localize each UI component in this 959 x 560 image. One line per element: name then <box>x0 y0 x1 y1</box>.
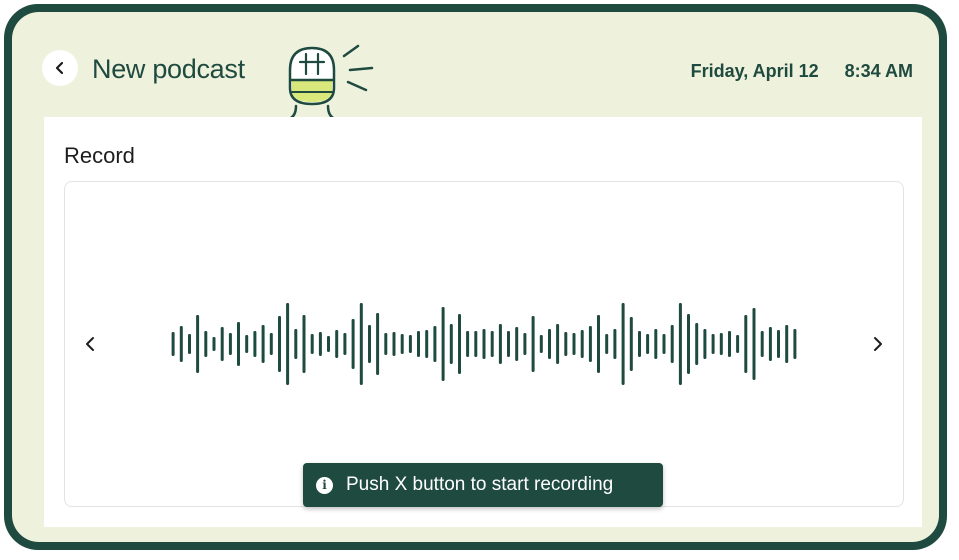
waveform-bar <box>695 323 699 365</box>
waveform-bar <box>458 314 461 374</box>
waveform-bar <box>531 316 535 372</box>
waveform-bar <box>384 333 388 355</box>
waveform-bar <box>736 335 740 353</box>
device-frame: New podcast Friday, April 12 8:34 AM Rec… <box>4 4 947 550</box>
waveform-bar <box>490 331 494 357</box>
waveform-bar <box>621 303 625 385</box>
waveform-bar <box>777 330 780 358</box>
waveform-bar <box>278 316 281 372</box>
waveform-bar <box>425 330 429 358</box>
waveform-bar <box>613 329 617 359</box>
waveform-bar <box>286 303 290 385</box>
waveform-bar <box>515 327 519 361</box>
info-icon: i <box>316 476 333 494</box>
waveform-bar <box>335 330 339 358</box>
waveform-bar <box>417 331 420 357</box>
waveform-bar <box>376 313 380 375</box>
waveform-bar <box>228 333 232 355</box>
time-label: 8:34 AM <box>844 61 913 81</box>
waveform-bar <box>711 334 715 354</box>
microphone-mascot-icon <box>284 44 374 120</box>
waveform-bar <box>302 315 306 373</box>
waveform-bar <box>670 325 674 363</box>
waveform-bar <box>351 319 355 369</box>
waveform-bar <box>556 324 560 364</box>
waveform-bar <box>498 324 502 364</box>
waveform-bar <box>548 329 551 359</box>
waveform-bar <box>196 315 200 373</box>
waveform-bar <box>654 329 658 359</box>
waveform-bar <box>662 334 666 354</box>
waveform-bar <box>408 335 412 353</box>
waveform-bar <box>482 329 486 359</box>
waveform-bar <box>220 327 224 361</box>
waveform-bar <box>449 324 453 364</box>
waveform-bar <box>392 332 396 356</box>
waveform-bar <box>523 333 527 355</box>
waveform-bar <box>433 326 437 362</box>
waveform-bar <box>687 314 690 374</box>
waveform-bar <box>188 334 191 354</box>
chevron-right-icon <box>874 337 882 351</box>
waveform-bar <box>171 332 175 356</box>
waveform-bar <box>237 322 240 366</box>
waveform-bar <box>466 331 470 357</box>
waveform-bar <box>269 333 273 355</box>
waveform-bar <box>564 332 568 356</box>
waveform-bar <box>752 308 756 380</box>
waveform-bar <box>605 334 609 354</box>
waveform-bar <box>768 327 772 361</box>
waveform-bar <box>719 333 723 355</box>
waveform-bar <box>400 334 404 354</box>
record-panel: Record i Push X button to start recordin… <box>44 117 922 527</box>
waveform-bar <box>638 331 641 357</box>
waveform-bar <box>261 325 265 363</box>
recording-hint-toast: i Push X button to start recording <box>303 463 663 507</box>
waveform-bar <box>793 329 797 359</box>
section-title: Record <box>64 143 135 168</box>
waveform-bar <box>212 337 216 351</box>
waveform-bar <box>760 331 764 357</box>
waveform-bar <box>310 334 314 354</box>
waveform-bar <box>294 329 298 359</box>
waveform-bar <box>327 336 330 352</box>
waveform-bar <box>572 333 576 355</box>
waveform-bar <box>343 333 347 355</box>
waveform-bar <box>785 325 789 363</box>
waveform-bar <box>728 331 731 357</box>
waveform-bar <box>703 329 707 359</box>
waveform-bar <box>204 331 208 357</box>
waveform-bar <box>359 303 363 385</box>
back-button[interactable] <box>42 50 78 86</box>
waveform-bar <box>179 326 183 362</box>
next-button[interactable] <box>865 332 889 356</box>
waveform-bar <box>474 331 478 357</box>
chevron-left-icon <box>55 61 64 75</box>
waveform-bar <box>580 330 584 358</box>
waveform-bar <box>318 332 322 356</box>
waveform-bar <box>441 307 445 381</box>
waveform-bar <box>629 317 633 371</box>
waveform-bar <box>368 325 371 363</box>
waveform-bar <box>588 326 592 362</box>
waveform-card: i Push X button to start recording <box>64 181 904 507</box>
page-title: New podcast <box>92 54 245 84</box>
waveform-bar <box>245 335 249 353</box>
date-label: Friday, April 12 <box>690 61 819 81</box>
audio-waveform <box>171 303 797 385</box>
waveform-bar <box>253 331 257 357</box>
toast-text: Push X button to start recording <box>346 474 614 495</box>
waveform-bar <box>597 315 600 373</box>
waveform-bar <box>507 331 510 357</box>
datetime: Friday, April 12 8:34 AM <box>691 61 913 82</box>
waveform-bar <box>646 334 650 354</box>
screen: New podcast Friday, April 12 8:34 AM Rec… <box>12 12 939 542</box>
waveform-bar <box>678 303 682 385</box>
waveform-bar <box>539 335 543 353</box>
waveform-bar <box>744 315 748 373</box>
previous-button[interactable] <box>79 332 103 356</box>
chevron-left-icon <box>86 337 94 351</box>
top-bar: New podcast Friday, April 12 8:34 AM <box>12 12 939 120</box>
